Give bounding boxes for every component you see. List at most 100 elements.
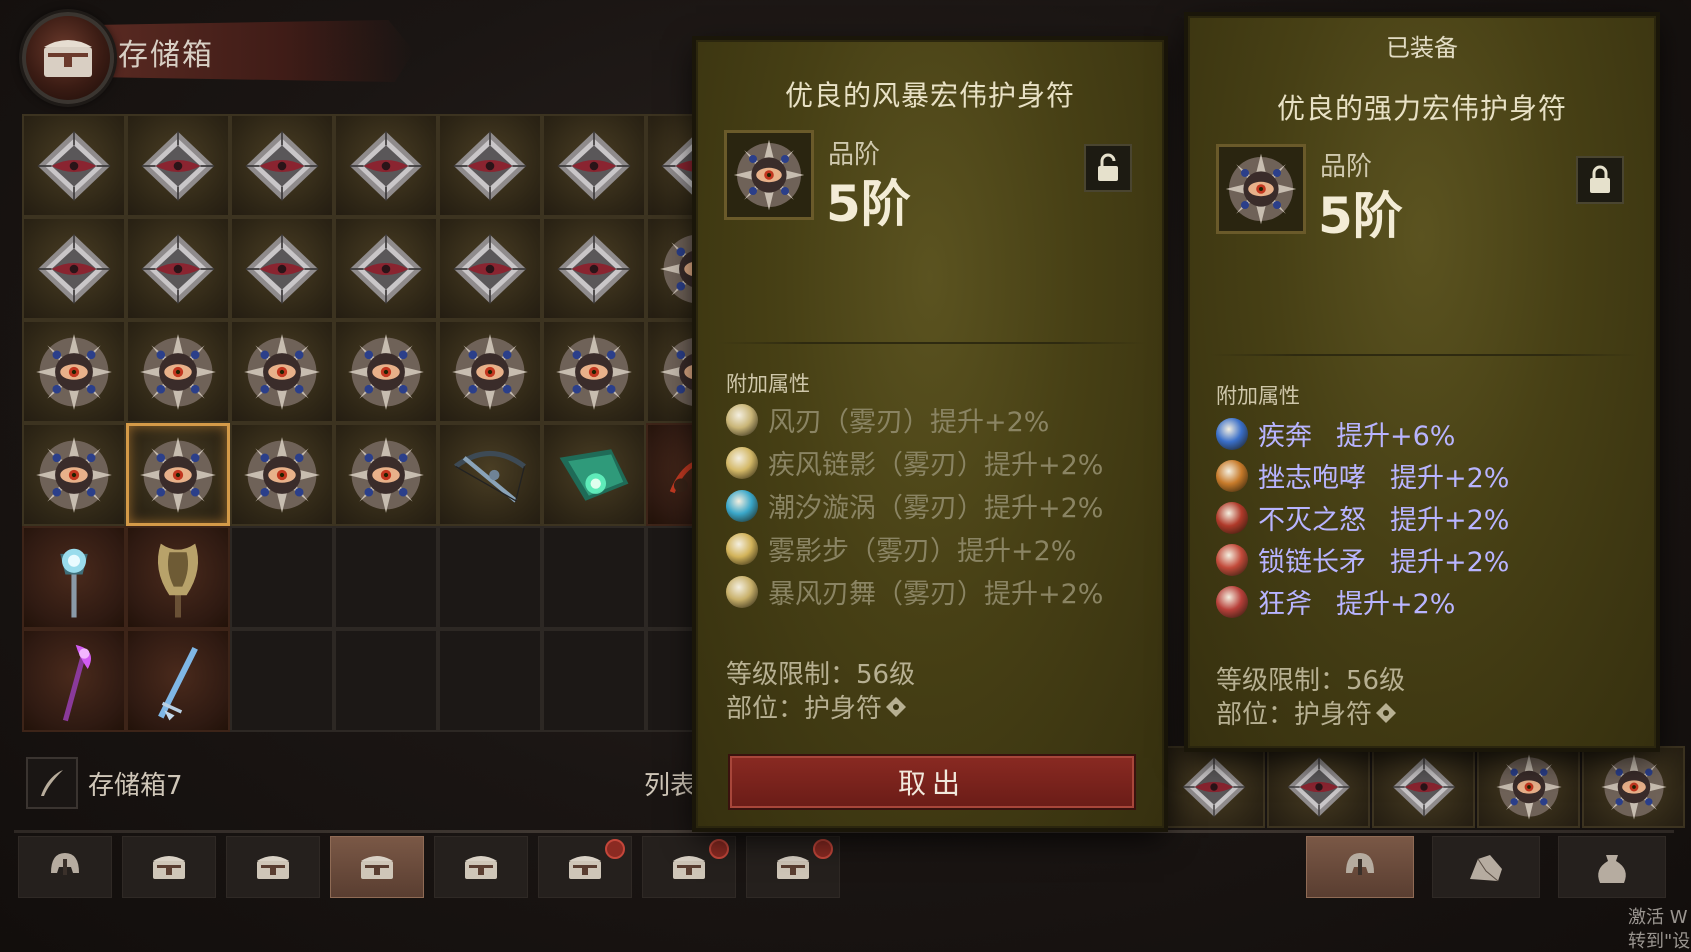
inventory-slot[interactable] (126, 320, 230, 423)
inventory-slot[interactable] (230, 114, 334, 217)
amulet-icon (1492, 750, 1566, 824)
stash-tab[interactable] (226, 836, 320, 898)
gem-icon (135, 226, 221, 312)
unlock-icon (1098, 153, 1118, 181)
gem-icon (1387, 750, 1461, 824)
stash-tab[interactable] (434, 836, 528, 898)
inventory-slot[interactable] (1372, 746, 1475, 828)
inventory-slot[interactable] (22, 423, 126, 526)
level-requirement: 等级限制：56级 (1216, 666, 1406, 696)
empty-slot[interactable] (334, 629, 438, 732)
stash-grid (22, 114, 750, 732)
empty-slot[interactable] (230, 526, 334, 629)
amulet-slot-icon (886, 696, 907, 717)
inventory-slot[interactable] (22, 629, 126, 732)
inventory-slot[interactable] (334, 217, 438, 320)
empty-slot[interactable] (438, 629, 542, 732)
empty-slot[interactable] (334, 526, 438, 629)
level-requirement: 等级限制：56级 (726, 660, 916, 690)
take-out-button[interactable]: 取出 (728, 754, 1136, 810)
slot-row: 部位：护身符 (1216, 694, 1398, 731)
affix-row: 疾奔 提升+6% (1216, 414, 1455, 453)
inventory-slot[interactable] (542, 114, 646, 217)
inventory-slot[interactable] (126, 423, 230, 526)
empty-slot[interactable] (230, 629, 334, 732)
stash-tab[interactable] (122, 836, 216, 898)
list-button[interactable]: 列表 (644, 765, 696, 802)
watermark-line-1: 激活 W (1628, 907, 1688, 928)
scepter-icon (60, 548, 88, 618)
inventory-slot[interactable] (22, 320, 126, 423)
inventory-slot[interactable] (438, 114, 542, 217)
affix-row: 不灭之怒 提升+2% (1216, 498, 1509, 537)
activation-watermark: 激活 W 转到"设置 (1628, 906, 1691, 952)
stash-tab[interactable] (642, 836, 736, 898)
stash-tab[interactable] (330, 836, 424, 898)
affix-bonus: 提升+6% (1336, 421, 1456, 452)
inventory-slot[interactable] (438, 320, 542, 423)
inventory-slot[interactable] (126, 629, 230, 732)
affix-row: 挫志咆哮 提升+2% (1216, 456, 1509, 495)
inventory-slot[interactable] (22, 526, 126, 629)
stash-tab[interactable] (538, 836, 632, 898)
inventory-slot[interactable] (438, 423, 542, 526)
inventory-slot[interactable] (230, 423, 334, 526)
amulet-icon (343, 432, 429, 518)
inventory-slot[interactable] (334, 320, 438, 423)
inventory-slot[interactable] (126, 526, 230, 629)
gem-icon (31, 123, 117, 209)
stash-tab[interactable] (18, 836, 112, 898)
affix-row: 疾风链影（雾刃）提升+2% (726, 443, 1103, 482)
chest-locked-icon (673, 856, 705, 879)
inventory-slot[interactable] (542, 320, 646, 423)
amulet-icon (447, 329, 533, 415)
affix-row: 锁链长矛 提升+2% (1216, 540, 1509, 579)
inventory-slot[interactable] (542, 217, 646, 320)
inventory-slot[interactable] (542, 423, 646, 526)
empty-slot[interactable] (438, 526, 542, 629)
chest-icon (153, 856, 185, 879)
skill-icon (726, 575, 758, 608)
inventory-slot[interactable] (126, 114, 230, 217)
inventory-slot[interactable] (1267, 746, 1370, 828)
lock-toggle[interactable] (1084, 144, 1132, 192)
equipped-tooltip: 已装备 优良的强力宏伟护身符 品阶 5阶 附加属性 疾奔 提升+6% 挫志咆哮 提升+… (1188, 16, 1656, 748)
inventory-slot[interactable] (230, 217, 334, 320)
helmet-icon (51, 853, 79, 875)
equipped-header: 已装备 (1386, 34, 1458, 62)
affix-row: 风刃（雾刃）提升+2% (726, 400, 1049, 439)
amulet-icon (551, 329, 637, 415)
affix-skill: 疾奔 (1258, 421, 1312, 452)
skill-icon (726, 446, 758, 479)
inventory-slot[interactable] (22, 114, 126, 217)
rename-button[interactable] (26, 757, 78, 809)
stash-tab[interactable] (746, 836, 840, 898)
lock-toggle[interactable] (1576, 156, 1624, 204)
chest-icon (257, 856, 289, 879)
inventory-tab[interactable] (1558, 836, 1666, 898)
chest-icon (361, 856, 393, 879)
empty-slot[interactable] (542, 629, 646, 732)
empty-slot[interactable] (542, 526, 646, 629)
amulet-icon (343, 329, 429, 415)
inventory-tab[interactable] (1306, 836, 1414, 898)
clock-badge-icon (709, 839, 729, 859)
amulet-icon (1597, 750, 1671, 824)
inventory-slot[interactable] (1582, 746, 1685, 828)
stash-header: 存储箱 (14, 6, 414, 104)
inventory-slot[interactable] (230, 320, 334, 423)
inventory-slot[interactable] (126, 217, 230, 320)
inventory-slot[interactable] (334, 114, 438, 217)
gem-icon (31, 226, 117, 312)
inventory-tab[interactable] (1432, 836, 1540, 898)
inventory-slot[interactable] (334, 423, 438, 526)
inventory-slot[interactable] (1477, 746, 1580, 828)
inventory-slot[interactable] (1162, 746, 1265, 828)
inventory-slot[interactable] (22, 217, 126, 320)
stash-tabs (18, 836, 840, 898)
inventory-slot[interactable] (438, 217, 542, 320)
affix-text: 雾影步（雾刃）提升+2% (768, 536, 1077, 567)
stash-name: 存储箱7 (88, 770, 183, 801)
inventory-strip (1162, 746, 1685, 828)
skill-icon (1216, 585, 1248, 618)
